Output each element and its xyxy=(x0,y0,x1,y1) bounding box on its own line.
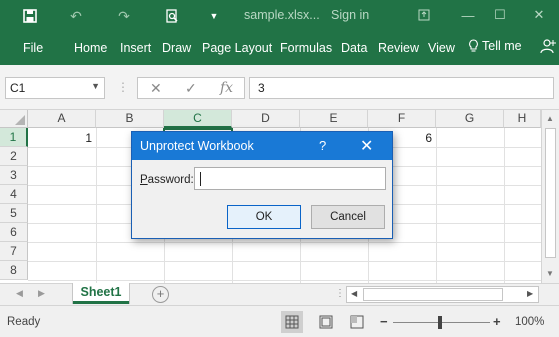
column-header-f[interactable]: F xyxy=(368,110,436,128)
status-bar: Ready − + 100% xyxy=(0,305,559,337)
column-header-a[interactable]: A xyxy=(28,110,96,128)
column-header-g[interactable]: G xyxy=(436,110,504,128)
minimize-icon[interactable]: — xyxy=(456,5,480,25)
row-header-3[interactable]: 3 xyxy=(0,166,28,185)
formula-buttons: ✕ ✓ fx xyxy=(137,77,245,99)
cell-a1[interactable]: 1 xyxy=(28,131,92,145)
cancel-entry-icon[interactable]: ✕ xyxy=(150,80,162,97)
column-header-d[interactable]: D xyxy=(232,110,300,128)
tab-data[interactable]: Data xyxy=(341,41,367,55)
row-header-6[interactable]: 6 xyxy=(0,223,28,242)
row-header-8[interactable]: 8 xyxy=(0,261,28,280)
undo-icon[interactable]: ↶ xyxy=(66,6,86,26)
unprotect-workbook-dialog: Unprotect Workbook ? ✕ Password: OK Canc… xyxy=(131,131,393,239)
vertical-scroll-thumb[interactable] xyxy=(545,128,556,258)
save-icon[interactable] xyxy=(20,6,40,26)
tab-view[interactable]: View xyxy=(428,41,455,55)
dialog-title: Unprotect Workbook xyxy=(140,139,254,153)
ribbon-display-icon[interactable] xyxy=(412,5,436,25)
name-box[interactable]: C1 ▼ xyxy=(5,77,105,99)
formula-input[interactable]: 3 xyxy=(249,77,554,99)
normal-view-icon[interactable] xyxy=(281,311,303,333)
ribbon-tabs: File Home Insert Draw Page Layout Formul… xyxy=(0,31,559,65)
name-box-value: C1 xyxy=(10,81,26,95)
horizontal-scroll-thumb[interactable] xyxy=(363,288,503,301)
gridline xyxy=(28,261,542,262)
scroll-right-icon[interactable]: ▶ xyxy=(527,289,533,298)
tab-home[interactable]: Home xyxy=(74,41,107,55)
zoom-in-icon[interactable]: + xyxy=(493,314,501,329)
tab-insert[interactable]: Insert xyxy=(120,41,151,55)
tell-me-label: Tell me xyxy=(482,39,522,53)
column-header-b[interactable]: B xyxy=(96,110,164,128)
chevron-down-icon[interactable]: ▼ xyxy=(91,81,100,91)
enter-entry-icon[interactable]: ✓ xyxy=(185,80,197,97)
row-header-2[interactable]: 2 xyxy=(0,147,28,166)
status-text: Ready xyxy=(7,316,41,328)
gridline xyxy=(436,128,437,283)
formula-bar: C1 ▼ ⋮ ✕ ✓ fx 3 xyxy=(0,65,559,110)
sheet-tab-sheet1[interactable]: Sheet1 xyxy=(73,283,129,304)
row-header-7[interactable]: 7 xyxy=(0,242,28,261)
column-header-e[interactable]: E xyxy=(300,110,368,128)
gridline xyxy=(504,128,505,283)
maximize-icon[interactable]: ☐ xyxy=(488,5,512,25)
scroll-left-icon[interactable]: ◀ xyxy=(351,289,357,298)
column-header-h[interactable]: H xyxy=(504,110,541,128)
zoom-level[interactable]: 100% xyxy=(515,316,544,328)
sheet-next-icon[interactable]: ▶ xyxy=(38,288,45,299)
page-layout-view-icon[interactable] xyxy=(315,311,337,333)
text-caret xyxy=(200,172,201,186)
password-label-accel: P xyxy=(140,174,148,186)
gridline xyxy=(28,280,542,281)
window-title: sample.xlsx... xyxy=(244,8,320,22)
vertical-scrollbar[interactable]: ▲ ▼ xyxy=(541,110,559,283)
dialog-close-icon[interactable]: ✕ xyxy=(360,136,373,156)
sheet-tab-bar: ◀ ▶ Sheet1 + ⋮ ◀ ▶ xyxy=(0,283,559,305)
lightbulb-icon xyxy=(469,39,478,52)
tab-review[interactable]: Review xyxy=(378,41,419,55)
tab-formulas[interactable]: Formulas xyxy=(280,41,332,55)
zoom-slider-thumb[interactable] xyxy=(438,316,442,329)
ok-button[interactable]: OK xyxy=(227,205,301,229)
help-icon[interactable]: ? xyxy=(319,138,326,153)
scroll-down-icon[interactable]: ▼ xyxy=(546,269,554,278)
tab-split-grip-icon[interactable]: ⋮ xyxy=(335,288,345,299)
gridline xyxy=(28,242,542,243)
close-icon[interactable]: ✕ xyxy=(527,5,551,25)
scroll-up-icon[interactable]: ▲ xyxy=(546,114,554,123)
insert-function-icon[interactable]: fx xyxy=(220,80,233,96)
customize-qat-icon[interactable]: ▼ xyxy=(204,6,224,26)
sign-in-link[interactable]: Sign in xyxy=(331,8,369,22)
row-header-1[interactable]: 1 xyxy=(0,128,28,147)
cancel-button[interactable]: Cancel xyxy=(311,205,385,229)
row-header-4[interactable]: 4 xyxy=(0,185,28,204)
tab-page-layout[interactable]: Page Layout xyxy=(202,41,272,55)
title-bar: ↶ ↷ ▼ sample.xlsx... Sign in — ☐ ✕ xyxy=(0,0,559,31)
add-sheet-icon[interactable]: + xyxy=(152,286,169,303)
sheet-prev-icon[interactable]: ◀ xyxy=(16,288,23,299)
tell-me-box[interactable]: Tell me xyxy=(468,39,522,53)
select-all-button[interactable] xyxy=(0,110,28,128)
password-field[interactable] xyxy=(194,167,386,190)
page-break-view-icon[interactable] xyxy=(346,311,368,333)
zoom-out-icon[interactable]: − xyxy=(380,314,388,329)
gridline xyxy=(96,128,97,283)
password-label-text: assword: xyxy=(147,174,194,186)
share-icon[interactable] xyxy=(540,38,556,57)
tab-draw[interactable]: Draw xyxy=(162,41,191,55)
dialog-title-bar: Unprotect Workbook ? ✕ xyxy=(132,132,392,160)
formula-bar-grip-icon[interactable]: ⋮ xyxy=(117,80,129,94)
excel-window: ↶ ↷ ▼ sample.xlsx... Sign in — ☐ ✕ File … xyxy=(0,0,559,337)
password-label: Password: xyxy=(140,174,194,186)
horizontal-scrollbar[interactable]: ◀ ▶ xyxy=(346,286,539,303)
tab-file[interactable]: File xyxy=(23,41,43,55)
column-header-c[interactable]: C xyxy=(164,110,232,128)
row-header-5[interactable]: 5 xyxy=(0,204,28,223)
print-preview-icon[interactable] xyxy=(162,6,182,26)
redo-icon[interactable]: ↷ xyxy=(114,6,134,26)
